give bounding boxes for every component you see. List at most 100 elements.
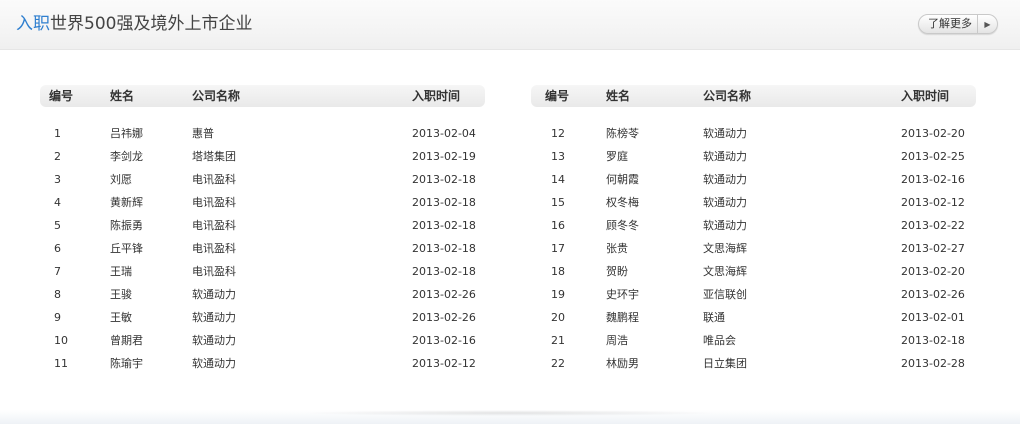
cell-name: 魏鹏程 (606, 311, 639, 324)
cell-name: 王敏 (110, 311, 132, 324)
cell-no: 5 (54, 219, 61, 232)
cell-company: 软通动力 (703, 219, 747, 232)
cell-name: 何朝霞 (606, 173, 639, 186)
cell-no: 6 (54, 242, 61, 255)
cell-name: 张贵 (606, 242, 628, 255)
cell-name: 刘愿 (110, 173, 132, 186)
cell-company: 惠普 (192, 127, 214, 140)
cell-no: 15 (551, 196, 565, 209)
cell-name: 陈振勇 (110, 219, 143, 232)
cell-date: 2013-02-01 (901, 311, 965, 324)
table-row: 21 周浩 唯品会 2013-02-18 (531, 329, 976, 352)
cell-no: 16 (551, 219, 565, 232)
cell-name: 顾冬冬 (606, 219, 639, 232)
cell-name: 王骏 (110, 288, 132, 301)
cell-no: 17 (551, 242, 565, 255)
cell-date: 2013-02-18 (412, 196, 476, 209)
cell-name: 林励男 (606, 357, 639, 370)
cell-company: 文思海辉 (703, 265, 747, 278)
cell-name: 陈榜苓 (606, 127, 639, 140)
cell-company: 电讯盈科 (192, 242, 236, 255)
column-header-name: 姓名 (110, 89, 135, 103)
learn-more-button[interactable]: 了解更多 ▶ (918, 14, 998, 34)
table-row: 14 何朝霞 软通动力 2013-02-16 (531, 168, 976, 191)
cell-date: 2013-02-18 (412, 219, 476, 232)
table-row: 10 曾期君 软通动力 2013-02-16 (40, 329, 485, 352)
cell-company: 唯品会 (703, 334, 736, 347)
cell-date: 2013-02-20 (901, 127, 965, 140)
table-row: 18 贺盼 文思海辉 2013-02-20 (531, 260, 976, 283)
cell-company: 软通动力 (192, 357, 236, 370)
cell-name: 黄新辉 (110, 196, 143, 209)
cell-date: 2013-02-28 (901, 357, 965, 370)
table-row: 19 史环宇 亚信联创 2013-02-26 (531, 283, 976, 306)
cell-company: 软通动力 (192, 311, 236, 324)
cell-date: 2013-02-18 (412, 242, 476, 255)
cell-date: 2013-02-26 (412, 311, 476, 324)
column-header-date: 入职时间 (412, 89, 461, 103)
cell-company: 文思海辉 (703, 242, 747, 255)
left-table: 编号 姓名 公司名称 入职时间 1 吕祎娜 惠普 2013-02-04 2 李剑龙 塔塔集团… (40, 85, 485, 375)
table-row: 20 魏鹏程 联通 2013-02-01 (531, 306, 976, 329)
cell-name: 李剑龙 (110, 150, 143, 163)
employment-panel: 入职世界500强及境外上市企业 了解更多 ▶ 编号 姓名 公司名称 入职时间 1… (0, 0, 1020, 424)
cell-no: 18 (551, 265, 565, 278)
cell-date: 2013-02-12 (412, 357, 476, 370)
cell-name: 罗庭 (606, 150, 628, 163)
column-header-date: 入职时间 (901, 89, 950, 103)
cell-no: 2 (54, 150, 61, 163)
cell-company: 联通 (703, 311, 725, 324)
cell-company: 软通动力 (703, 173, 747, 186)
cell-company: 软通动力 (703, 127, 747, 140)
table-row: 8 王骏 软通动力 2013-02-26 (40, 283, 485, 306)
cell-date: 2013-02-18 (412, 265, 476, 278)
cell-no: 3 (54, 173, 61, 186)
cell-date: 2013-02-16 (412, 334, 476, 347)
cell-name: 史环宇 (606, 288, 639, 301)
cell-company: 软通动力 (192, 334, 236, 347)
table-row: 11 陈瑜宇 软通动力 2013-02-12 (40, 352, 485, 375)
cell-company: 亚信联创 (703, 288, 747, 301)
cell-no: 11 (54, 357, 68, 370)
cell-no: 4 (54, 196, 61, 209)
cell-date: 2013-02-27 (901, 242, 965, 255)
cell-company: 电讯盈科 (192, 219, 236, 232)
cell-date: 2013-02-18 (901, 334, 965, 347)
cell-no: 8 (54, 288, 61, 301)
cell-no: 10 (54, 334, 68, 347)
table-row: 22 林励男 日立集团 2013-02-28 (531, 352, 976, 375)
panel-bottom-shadow (0, 410, 1020, 424)
panel-header: 入职世界500强及境外上市企业 了解更多 ▶ (0, 0, 1020, 50)
table-row: 15 权冬梅 软通动力 2013-02-12 (531, 191, 976, 214)
panel-title-accent: 入职 (16, 14, 50, 34)
column-header-no: 编号 (49, 89, 74, 103)
cell-company: 软通动力 (703, 196, 747, 209)
table-row: 12 陈榜苓 软通动力 2013-02-20 (531, 122, 976, 145)
table-row: 4 黄新辉 电讯盈科 2013-02-18 (40, 191, 485, 214)
panel-title: 入职世界500强及境外上市企业 (16, 12, 252, 36)
cell-no: 20 (551, 311, 565, 324)
cell-name: 陈瑜宇 (110, 357, 143, 370)
cell-date: 2013-02-04 (412, 127, 476, 140)
column-header-name: 姓名 (606, 89, 631, 103)
cell-no: 19 (551, 288, 565, 301)
cell-name: 权冬梅 (606, 196, 639, 209)
cell-no: 13 (551, 150, 565, 163)
left-table-header: 编号 姓名 公司名称 入职时间 (40, 85, 485, 107)
table-row: 13 罗庭 软通动力 2013-02-25 (531, 145, 976, 168)
cell-date: 2013-02-19 (412, 150, 476, 163)
cell-no: 12 (551, 127, 565, 140)
cell-no: 1 (54, 127, 61, 140)
cell-name: 王瑞 (110, 265, 132, 278)
table-row: 7 王瑞 电讯盈科 2013-02-18 (40, 260, 485, 283)
cell-date: 2013-02-26 (412, 288, 476, 301)
column-header-no: 编号 (545, 89, 570, 103)
table-row: 2 李剑龙 塔塔集团 2013-02-19 (40, 145, 485, 168)
panel-title-rest: 世界500强及境外上市企业 (50, 14, 253, 34)
cell-no: 22 (551, 357, 565, 370)
cell-name: 贺盼 (606, 265, 628, 278)
cell-name: 曾期君 (110, 334, 143, 347)
cell-name: 周浩 (606, 334, 628, 347)
cell-company: 塔塔集团 (192, 150, 236, 163)
cell-company: 软通动力 (703, 150, 747, 163)
